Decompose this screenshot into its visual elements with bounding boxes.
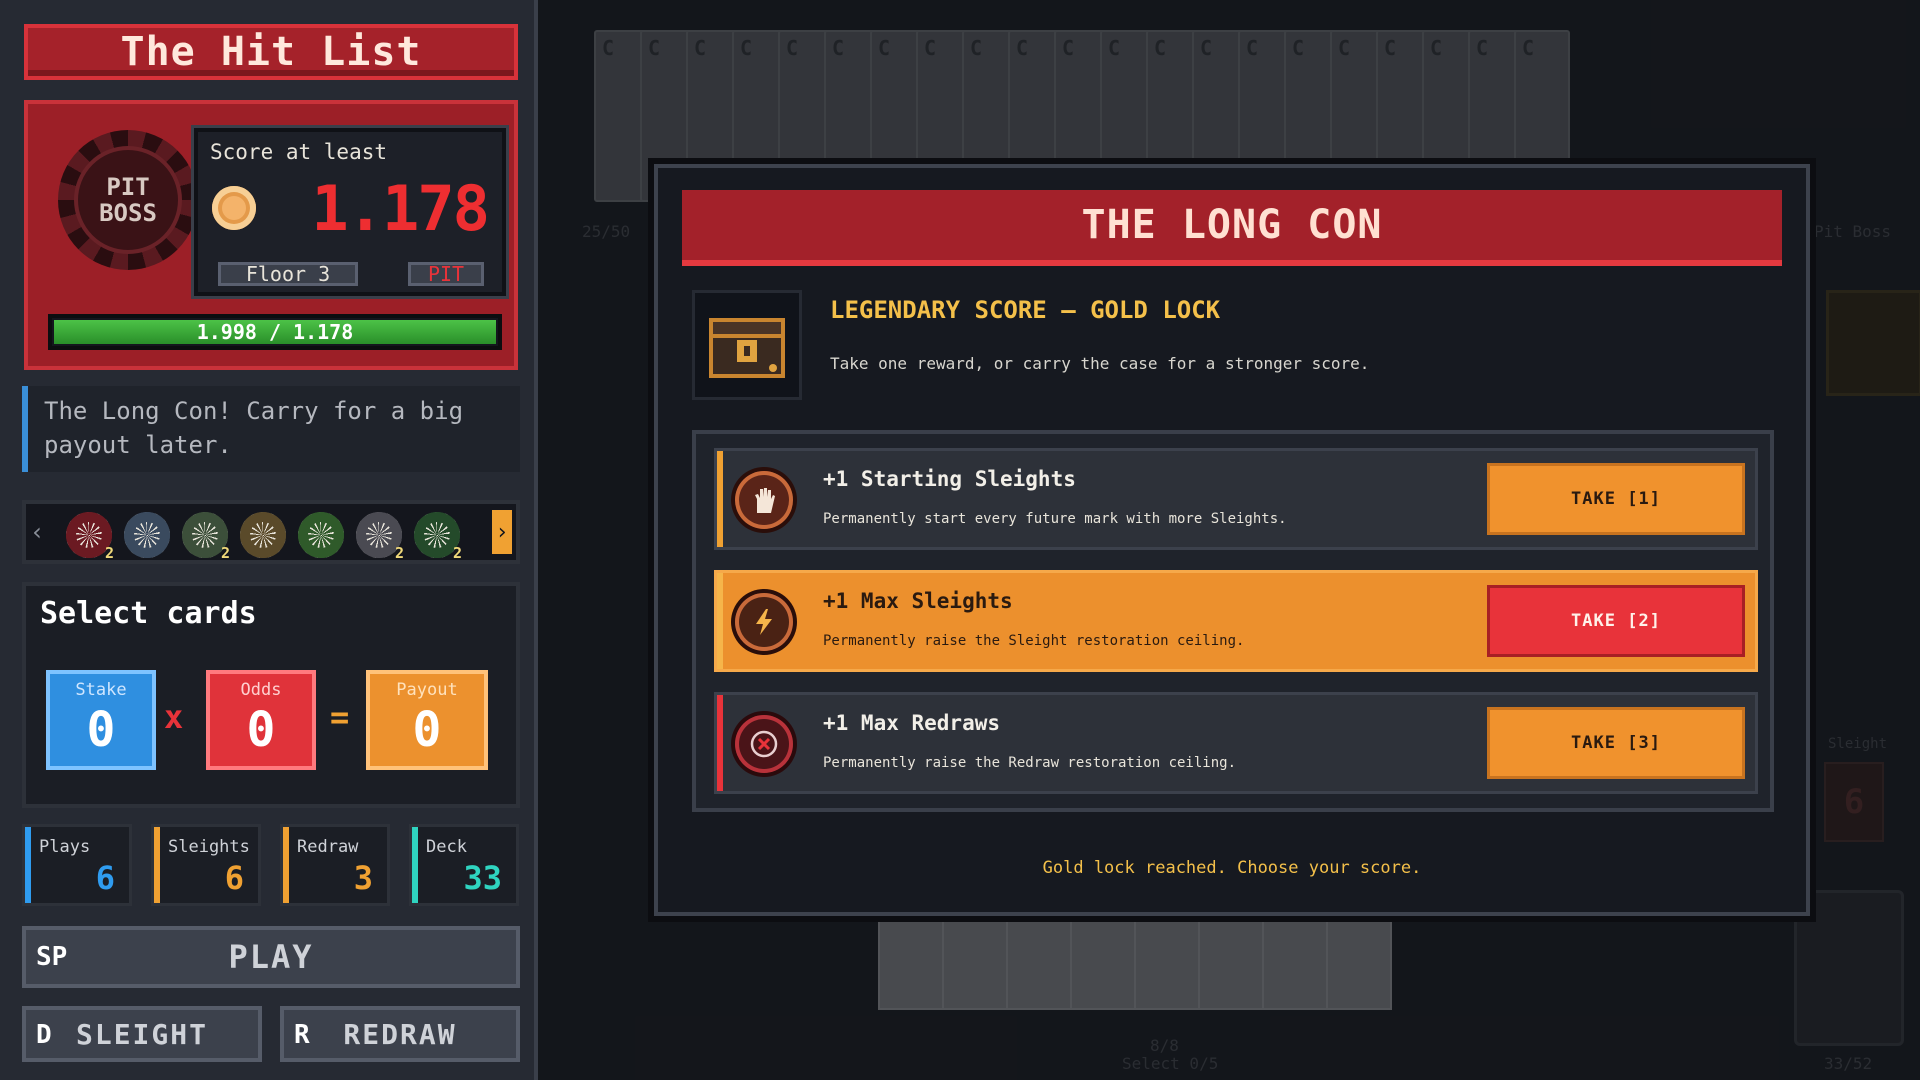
- chip-carousel: ‹ 2 2 2 2 ›: [22, 500, 520, 564]
- option-description: Permanently raise the Redraw restoration…: [823, 755, 1237, 771]
- stat-redraw: Redraw 3: [280, 824, 390, 906]
- progress-text: 1.998 / 1.178: [196, 320, 354, 344]
- sleight-label: SLEIGHT: [75, 1017, 208, 1051]
- redraw-button[interactable]: R REDRAW: [280, 1006, 520, 1062]
- stake-label: Stake: [75, 680, 127, 700]
- stat-sleights: Sleights 6: [151, 824, 261, 906]
- stat-value: 33: [463, 859, 502, 897]
- pit-boss-chip-icon: PIT BOSS: [58, 130, 198, 270]
- select-cards-header: Select cards: [40, 596, 257, 631]
- boss-chip-line1: PIT: [106, 173, 150, 201]
- cycle-chip-icon[interactable]: 2: [182, 512, 230, 562]
- odds-label: Odds: [240, 680, 282, 700]
- modal-description: Take one reward, or carry the case for a…: [830, 354, 1370, 373]
- stat-label: Plays: [39, 837, 91, 857]
- take-1-button[interactable]: TAKE [1]: [1487, 463, 1745, 535]
- score-target-box: Score at least 1.178 Floor 3 PIT: [194, 128, 506, 296]
- boss-chip-line2: BOSS: [99, 199, 157, 227]
- chest-icon: [692, 290, 802, 400]
- payout-label: Payout: [396, 680, 458, 700]
- stat-label: Sleights: [168, 837, 250, 857]
- sleight-button[interactable]: D SLEIGHT: [22, 1006, 262, 1062]
- hit-list-title: The Hit List: [120, 29, 422, 75]
- chip-count: 2: [452, 544, 462, 562]
- boss-target-panel: PIT BOSS Score at least 1.178 Floor 3 PI…: [24, 100, 518, 370]
- times-sign: x: [164, 698, 184, 736]
- chip-count: 2: [220, 544, 230, 562]
- star-chip-icon[interactable]: [298, 512, 344, 558]
- stake-value: 0: [86, 702, 116, 758]
- stat-deck: Deck 33: [409, 824, 519, 906]
- select-cards-panel: Select cards Stake 0 x Odds 0 = Payout 0: [22, 582, 520, 808]
- play-button[interactable]: SP PLAY: [22, 926, 520, 988]
- modal-title: THE LONG CON: [1081, 202, 1383, 248]
- lightning-icon: [735, 593, 793, 651]
- spade-chip-icon[interactable]: 2: [66, 512, 114, 562]
- hit-list-title-bar: The Hit List: [24, 24, 518, 80]
- coin-icon: [212, 186, 256, 230]
- hint-message: The Long Con! Carry for a big payout lat…: [22, 386, 520, 472]
- score-label: Score at least: [210, 140, 388, 164]
- option-starting-sleights[interactable]: +1 Starting Sleights Permanently start e…: [714, 448, 1758, 550]
- option-description: Permanently start every future mark with…: [823, 511, 1287, 527]
- payout-value: 0: [412, 702, 442, 758]
- sun-chip-icon[interactable]: [240, 512, 286, 558]
- chevron-right-icon[interactable]: ›: [492, 510, 512, 554]
- reward-options: +1 Starting Sleights Permanently start e…: [692, 430, 1774, 812]
- option-max-redraws[interactable]: +1 Max Redraws Permanently raise the Red…: [714, 692, 1758, 794]
- stat-plays: Plays 6: [22, 824, 132, 906]
- floor-badge: Floor 3: [218, 262, 358, 286]
- modal-footer-note: Gold lock reached. Choose your score.: [1042, 858, 1422, 878]
- stat-label: Redraw: [297, 837, 359, 857]
- stake-box: Stake 0: [46, 670, 156, 770]
- option-description: Permanently raise the Sleight restoratio…: [823, 633, 1245, 649]
- odds-value: 0: [246, 702, 276, 758]
- stat-accent: [154, 827, 160, 903]
- score-target: 1.178: [311, 172, 490, 245]
- payout-box: Payout 0: [366, 670, 488, 770]
- stat-accent: [412, 827, 418, 903]
- chevron-left-icon[interactable]: ‹: [30, 518, 44, 546]
- redraw-icon: [735, 715, 793, 773]
- chip-count: 2: [394, 544, 404, 562]
- option-stripe: [717, 695, 723, 791]
- modal-subtitle: LEGENDARY SCORE — GOLD LOCK: [830, 296, 1221, 324]
- play-label: PLAY: [228, 938, 314, 976]
- stat-accent: [25, 827, 31, 903]
- chip-count: 2: [104, 544, 114, 562]
- option-stripe: [717, 451, 723, 547]
- hand-icon: [735, 471, 793, 529]
- left-panel: The Hit List PIT BOSS Score at least 1.1…: [0, 0, 538, 1080]
- option-title: +1 Starting Sleights: [823, 467, 1076, 491]
- stat-label: Deck: [426, 837, 467, 857]
- stat-value: 6: [95, 859, 115, 897]
- green-chip-icon[interactable]: 2: [414, 512, 462, 562]
- stat-value: 3: [353, 859, 373, 897]
- take-2-button[interactable]: TAKE [2]: [1487, 585, 1745, 657]
- pit-badge: PIT: [408, 262, 484, 286]
- take-3-button[interactable]: TAKE [3]: [1487, 707, 1745, 779]
- long-con-modal: THE LONG CON LEGENDARY SCORE — GOLD LOCK…: [654, 164, 1810, 916]
- cross-chip-icon[interactable]: [124, 512, 170, 558]
- modal-header: THE LONG CON: [682, 190, 1782, 266]
- stat-accent: [283, 827, 289, 903]
- equals-sign: =: [330, 698, 350, 736]
- score-progress-bar: 1.998 / 1.178: [48, 314, 502, 350]
- redraw-label: REDRAW: [343, 1017, 457, 1051]
- odds-box: Odds 0: [206, 670, 316, 770]
- option-max-sleights[interactable]: +1 Max Sleights Permanently raise the Sl…: [714, 570, 1758, 672]
- option-title: +1 Max Sleights: [823, 589, 1013, 613]
- stat-value: 6: [224, 859, 244, 897]
- option-title: +1 Max Redraws: [823, 711, 1001, 735]
- diamond-chip-icon[interactable]: 2: [356, 512, 404, 562]
- option-stripe: [717, 573, 723, 669]
